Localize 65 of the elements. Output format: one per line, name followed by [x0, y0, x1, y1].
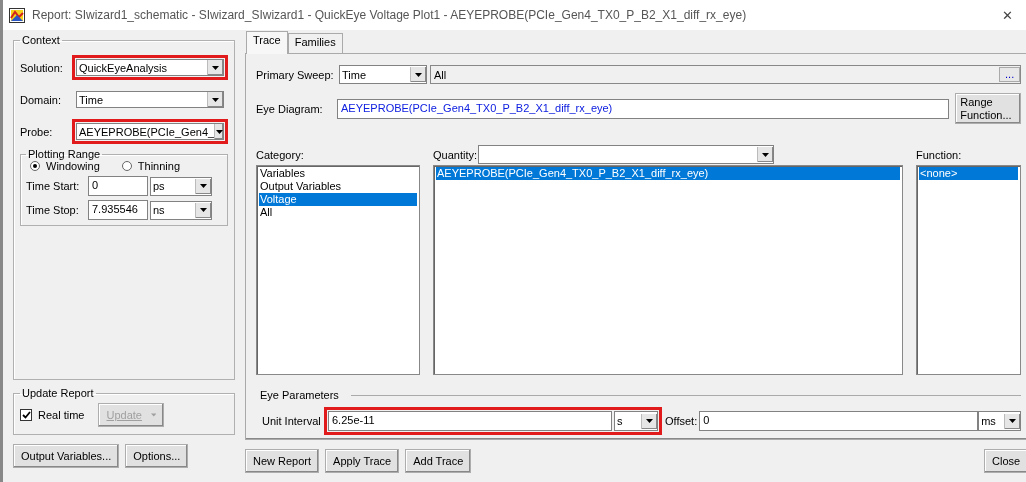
text-field[interactable]: 0 [88, 176, 148, 196]
field-label: Offset: [665, 415, 698, 427]
window-title: Report: SIwizard1_schematic - SIwizard_SIwizard1 - QuickEye Voltage Plot1 - AEYEPROBE(PCIe_Gen4_TX0_P_B2_X1_diff_rx_eye) [32, 8, 748, 22]
button[interactable]: Apply Trace [325, 449, 400, 473]
list-item[interactable]: Variables [259, 167, 417, 180]
list-item[interactable]: All [259, 206, 417, 219]
text-field[interactable]: 0 [699, 411, 979, 431]
unit-dropdown[interactable]: ps [150, 176, 212, 196]
field-label: Solution: [20, 61, 64, 74]
caret-icon [200, 184, 207, 188]
button[interactable]: Output Variables... [13, 444, 120, 468]
quantity-dropdown[interactable] [478, 145, 775, 164]
checkmark-icon [21, 411, 31, 419]
field-label: Probe: [20, 125, 54, 138]
caret-icon [415, 72, 422, 77]
section-title: Eye Parameters [260, 389, 339, 401]
list-item[interactable]: AEYEPROBE(PCIe_Gen4_TX0_P_B2_X1_diff_rx_eye) [436, 167, 900, 180]
sweep-dropdown[interactable]: Time [339, 65, 427, 84]
button[interactable]: New Report [245, 449, 320, 473]
button[interactable]: Add Trace [405, 449, 472, 473]
group-title: Plotting Range [27, 148, 102, 160]
text-field[interactable]: 7.935546 [88, 200, 148, 220]
button[interactable]: Options... [125, 444, 189, 468]
list-item[interactable]: Voltage [259, 193, 417, 206]
field-label: Primary Sweep: [256, 68, 335, 81]
radio-option[interactable]: Windowing [30, 160, 100, 172]
field-label: Quantity: [433, 148, 478, 161]
group-title: Update Report [21, 387, 95, 399]
field-value: All [434, 68, 447, 81]
field-label: Category: [256, 148, 304, 161]
unit-dropdown[interactable]: ns [150, 200, 212, 220]
dropdown[interactable]: AEYEPROBE(PCIe_Gen4_ [76, 123, 224, 140]
close-button[interactable]: Close [984, 449, 1026, 473]
caret-icon [646, 419, 653, 423]
caret-icon [1009, 419, 1017, 423]
checkbox-label[interactable]: Real time [38, 409, 85, 421]
field-label: Unit Interval [261, 415, 322, 427]
caret-icon [212, 97, 219, 102]
unit-dropdown[interactable]: s [614, 411, 658, 431]
tab[interactable]: Families [287, 33, 343, 53]
close-button[interactable]: ✕ [989, 7, 1026, 23]
caret-icon [212, 65, 219, 70]
radio-option[interactable]: Thinning [121, 160, 180, 172]
range-function-button[interactable]: Range Function... [955, 93, 1022, 124]
caret-icon [215, 129, 223, 134]
checkbox[interactable] [20, 409, 32, 421]
caret-icon [200, 208, 207, 212]
field-label: Time Stop: [26, 204, 80, 216]
field-label: Domain: [20, 93, 62, 106]
caret-icon [762, 152, 770, 157]
field-label: Time Start: [26, 180, 81, 192]
text-field[interactable]: 6.25e-11 [328, 411, 612, 431]
list-item[interactable]: Output Variables [259, 180, 417, 193]
browse-button[interactable]: ... [999, 67, 1021, 82]
text-field[interactable]: AEYEPROBE(PCIe_Gen4_TX0_P_B2_X1_diff_rx_eye) [337, 98, 950, 119]
dropdown[interactable]: Time [76, 91, 224, 108]
field-label: Function: [916, 148, 962, 161]
app-icon [9, 7, 25, 23]
unit-dropdown[interactable]: ms [978, 411, 1022, 431]
tab[interactable]: Trace [246, 31, 288, 54]
dropdown[interactable]: QuickEyeAnalysis [76, 59, 224, 76]
caret-icon [150, 413, 157, 417]
group-title: Context [21, 34, 61, 46]
field-label: Eye Diagram: [256, 102, 324, 115]
list-item[interactable]: <none> [919, 167, 1019, 180]
